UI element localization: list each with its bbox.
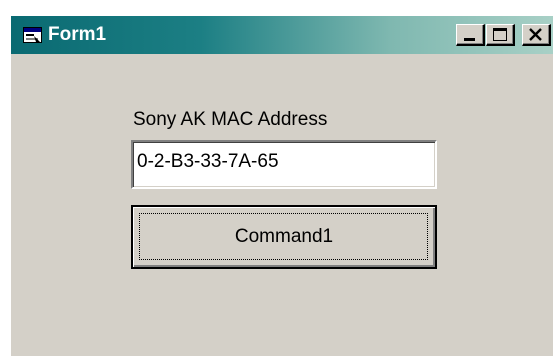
- form-window-icon[interactable]: [23, 27, 42, 43]
- command1-button[interactable]: Command1: [131, 205, 437, 269]
- close-icon: [529, 28, 542, 41]
- mac-address-label: Sony AK MAC Address: [133, 109, 328, 130]
- maximize-icon: [493, 28, 507, 41]
- minimize-icon: [464, 38, 475, 41]
- form1-window: Form1 Sony AK MAC Address 0-2-B3-33-7A-6…: [9, 14, 553, 356]
- title-bar[interactable]: Form1: [11, 16, 553, 54]
- close-button[interactable]: [522, 24, 551, 46]
- maximize-button[interactable]: [486, 24, 515, 46]
- window-title: Form1: [48, 24, 107, 45]
- mac-address-field[interactable]: 0-2-B3-33-7A-65: [131, 140, 437, 189]
- command1-label: Command1: [234, 226, 334, 247]
- minimize-button[interactable]: [456, 24, 485, 46]
